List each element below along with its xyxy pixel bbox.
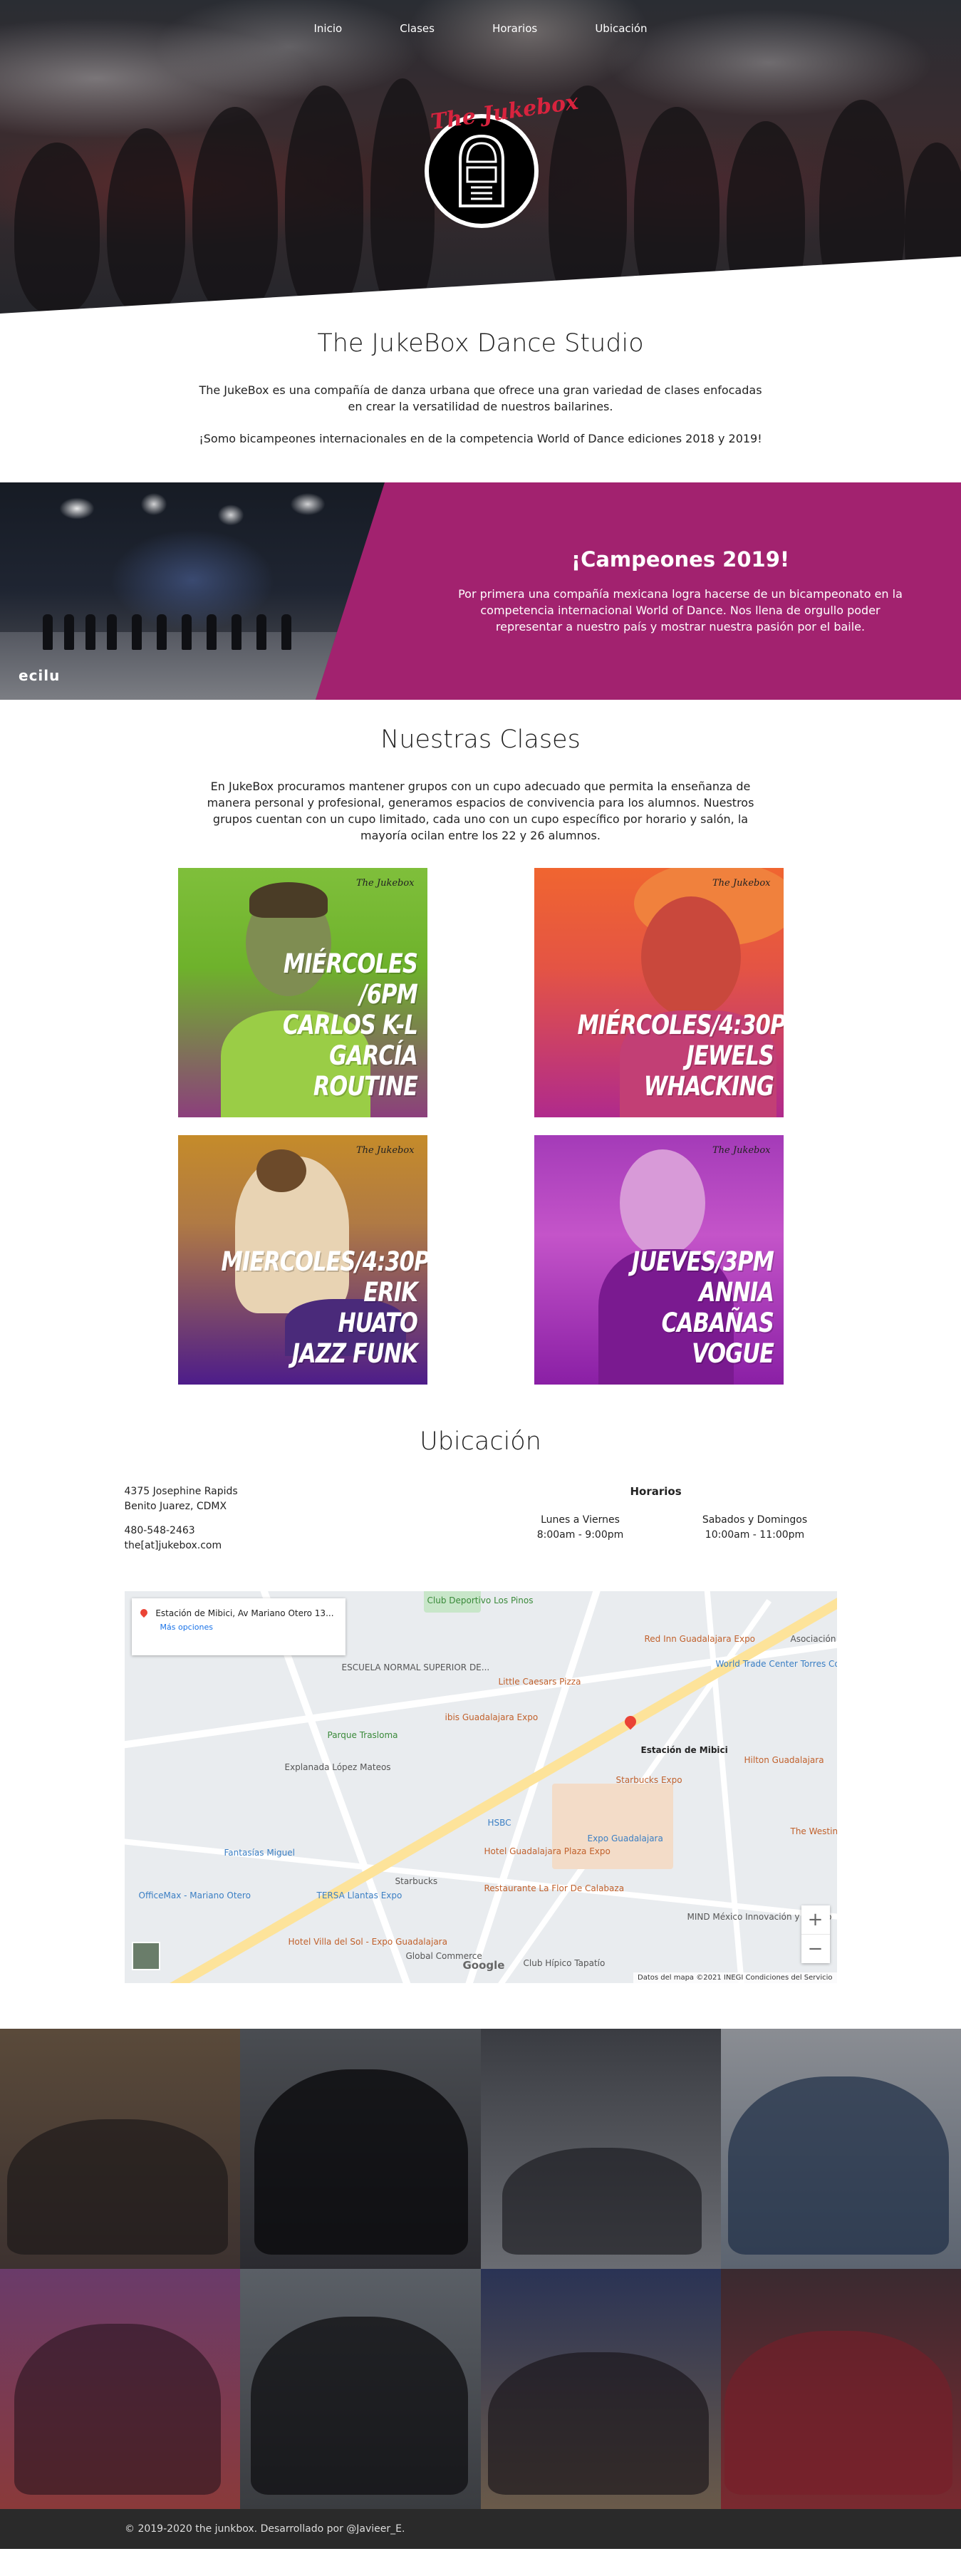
location-section: Ubicación 4375 Josephine Rapids Benito J…: [0, 1385, 961, 1983]
jukebox-logo[interactable]: The Jukebox: [425, 90, 580, 228]
map-marker-label: Estación de Mibici: [640, 1745, 728, 1755]
google-map[interactable]: Club Deportivo Los Pinos Red Inn Guadala…: [124, 1591, 837, 1983]
map-satellite-thumbnail[interactable]: [131, 1942, 160, 1970]
map-poi[interactable]: Hilton Guadalajara: [744, 1755, 824, 1765]
map-zoom-controls: + −: [801, 1905, 830, 1963]
map-poi[interactable]: Red Inn Guadalajara Expo: [645, 1634, 756, 1644]
map-poi[interactable]: TERSA Llantas Expo: [317, 1890, 402, 1900]
jukebox-icon: [459, 134, 504, 207]
map-poi[interactable]: The Westin: [791, 1826, 837, 1836]
page-title: The JukeBox Dance Studio: [317, 329, 644, 358]
classes-description: En JukeBox procuramos mantener grupos co…: [207, 780, 754, 842]
phone: 480-548-2463: [124, 1525, 195, 1536]
champions-text: Por primera una compañía mexicana logra …: [458, 587, 903, 633]
weekend-label: Sabados y Domingos: [702, 1514, 808, 1526]
gallery-photo[interactable]: [0, 2269, 241, 2509]
contact-info: 4375 Josephine Rapids Benito Juarez, CDM…: [125, 1484, 837, 1591]
main-nav: Inicio Clases Horarios Ubicación: [0, 21, 961, 35]
intro-champions-paragraph: ¡Somo bicampeones internacionales en de …: [199, 432, 762, 445]
map-poi[interactable]: Hotel Guadalajara Plaza Expo: [484, 1846, 611, 1856]
class-card-annia[interactable]: The Jukebox JUEVES/3PM ANNIA CABAÑAS VOG…: [534, 1135, 784, 1385]
intro-paragraph: The JukeBox es una compañía de danza urb…: [199, 383, 762, 413]
nav-ubicacion[interactable]: Ubicación: [595, 22, 647, 35]
gallery-photo[interactable]: [0, 2029, 241, 2269]
map-poi[interactable]: ibis Guadalajara Expo: [445, 1712, 539, 1722]
card-brand: The Jukebox: [355, 1145, 415, 1156]
google-logo: Google: [462, 1959, 505, 1972]
class-card-jewels[interactable]: The Jukebox MIÉRCOLES/4:30PM JEWELS WHAC…: [534, 868, 784, 1117]
weekend-hours: Sabados y Domingos 10:00am - 11:00pm: [687, 1513, 823, 1543]
map-poi[interactable]: Hotel Villa del Sol - Expo Guadalajara: [289, 1937, 447, 1947]
weekday-hours: Lunes a Viernes 8:00am - 9:00pm: [531, 1513, 630, 1543]
gallery-photo[interactable]: [720, 2269, 961, 2509]
footer-copyright: © 2019-2020 the junkbox. Desarrollado po…: [125, 2523, 405, 2535]
gallery-photo[interactable]: [480, 2269, 721, 2509]
map-poi[interactable]: OfficeMax - Mariano Otero: [139, 1890, 251, 1900]
email: the[at]jukebox.com: [124, 1540, 222, 1551]
classes-grid: The Jukebox MIÉRCOLES /6PM CARLOS K-L GA…: [177, 868, 784, 1385]
map-poi[interactable]: Starbucks Expo: [616, 1775, 682, 1785]
class-card-erik[interactable]: The Jukebox MIERCOLES/4:30PM ERIK HUATO …: [177, 1135, 427, 1385]
map-place-card: Estación de Mibici, Av Mariano Otero 13.…: [131, 1598, 346, 1655]
card-brand: The Jukebox: [712, 1145, 771, 1156]
map-poi[interactable]: Club Hípico Tapatío: [524, 1958, 606, 1968]
weekday-label: Lunes a Viernes: [541, 1514, 620, 1526]
classes-title: Nuestras Clases: [380, 725, 581, 754]
map-poi[interactable]: Fantasías Miguel: [224, 1848, 295, 1858]
map-poi[interactable]: Parque Trasloma: [328, 1730, 398, 1740]
location-title: Ubicación: [420, 1427, 541, 1456]
photo-gallery: [0, 2029, 961, 2509]
gallery-photo[interactable]: [720, 2029, 961, 2269]
map-poi[interactable]: Restaurante La Flor De Calabaza: [484, 1883, 625, 1893]
gallery-photo[interactable]: [240, 2029, 481, 2269]
hours-title: Horarios: [630, 1485, 682, 1498]
hero-section: Inicio Clases Horarios Ubicación The Juk…: [0, 0, 961, 314]
map-poi[interactable]: Expo Guadalajara: [588, 1833, 663, 1843]
map-poi[interactable]: World Trade Center Torres Corporativas W…: [716, 1659, 837, 1669]
site-footer: © 2019-2020 the junkbox. Desarrollado po…: [0, 2509, 961, 2549]
map-poi[interactable]: Starbucks: [395, 1876, 438, 1886]
map-place-name: Estación de Mibici, Av Mariano Otero 13.…: [138, 1607, 338, 1618]
card-brand: The Jukebox: [355, 878, 415, 889]
map-poi[interactable]: Club Deportivo Los Pinos: [427, 1595, 534, 1605]
zoom-out-button[interactable]: −: [801, 1934, 830, 1962]
card-label: MIÉRCOLES/4:30PM JEWELS WHACKING: [576, 1010, 784, 1102]
nav-horarios[interactable]: Horarios: [492, 22, 537, 35]
map-place-pin-icon: [138, 1607, 149, 1618]
weekday-time: 8:00am - 9:00pm: [536, 1529, 624, 1541]
card-label: MIERCOLES/4:30PM ERIK HUATO JAZZ FUNK: [220, 1246, 427, 1369]
map-poi[interactable]: ESCUELA NORMAL SUPERIOR DE...: [342, 1662, 490, 1672]
map-poi[interactable]: Explanada López Mateos: [285, 1762, 391, 1772]
card-label: JUEVES/3PM ANNIA CABAÑAS VOGUE: [631, 1246, 774, 1369]
address-line2: Benito Juarez, CDMX: [124, 1501, 227, 1512]
map-poi[interactable]: Asociación Fabricante: [791, 1634, 837, 1644]
champions-banner: ecilu ¡Campeones 2019! Por primera una c…: [0, 482, 961, 700]
nav-clases[interactable]: Clases: [400, 22, 435, 35]
address-line1: 4375 Josephine Rapids: [124, 1486, 238, 1497]
zoom-in-button[interactable]: +: [801, 1905, 830, 1934]
photo-watermark: ecilu: [19, 667, 61, 684]
gallery-photo[interactable]: [480, 2029, 721, 2269]
class-card-carlos[interactable]: The Jukebox MIÉRCOLES /6PM CARLOS K-L GA…: [177, 868, 427, 1117]
card-label: MIÉRCOLES /6PM CARLOS K-L GARCÍA ROUTINE: [282, 948, 417, 1102]
card-brand: The Jukebox: [712, 878, 771, 889]
classes-section: Nuestras Clases En JukeBox procuramos ma…: [0, 700, 961, 1385]
nav-inicio[interactable]: Inicio: [313, 22, 342, 35]
gallery-photo[interactable]: [240, 2269, 481, 2509]
weekend-time: 10:00am - 11:00pm: [705, 1529, 805, 1541]
map-attribution: Datos del mapa ©2021 INEGI Condiciones d…: [633, 1972, 837, 1983]
address: 4375 Josephine Rapids Benito Juarez, CDM…: [125, 1484, 238, 1514]
champions-photo: ecilu: [0, 482, 385, 700]
contact: 480-548-2463 the[at]jukebox.com: [125, 1524, 222, 1553]
map-place-name-text: Estación de Mibici, Av Mariano Otero 13.…: [155, 1608, 334, 1618]
intro-section: The JukeBox Dance Studio The JukeBox es …: [0, 314, 961, 468]
map-poi[interactable]: HSBC: [488, 1818, 511, 1828]
map-more-options-link[interactable]: Más opciones: [140, 1623, 338, 1632]
map-poi[interactable]: Little Caesars Pizza: [499, 1677, 581, 1687]
champions-title: ¡Campeones 2019!: [571, 547, 790, 571]
